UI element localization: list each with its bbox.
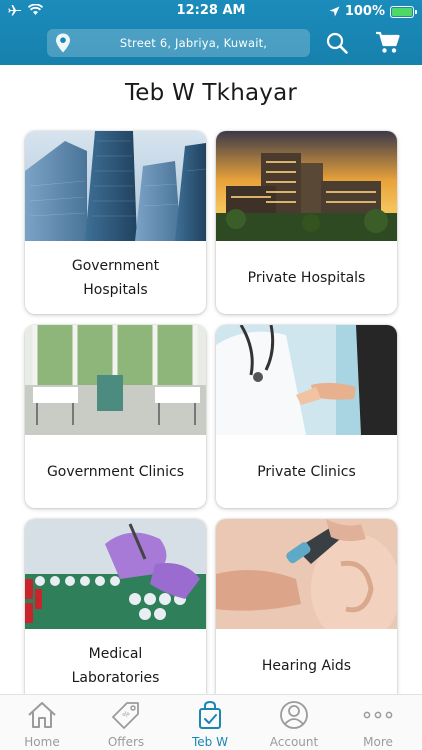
tab-label: More: [363, 735, 393, 749]
private-hospitals-image: [216, 131, 397, 241]
status-right: 100%: [329, 4, 417, 19]
more-icon: [363, 711, 393, 719]
category-label: Government Clinics: [46, 463, 185, 480]
private-clinics-image: [216, 325, 397, 435]
government-hospitals-image: [25, 131, 206, 241]
category-label: Private Hospitals: [247, 269, 366, 286]
app-header: 12:28 AM 100% Street 6, Jabriya, Kuwait,: [0, 0, 422, 65]
government-clinics-image: [25, 325, 206, 435]
location-arrow-icon: [329, 6, 340, 17]
svg-text:%: %: [121, 709, 132, 720]
location-selector[interactable]: Street 6, Jabriya, Kuwait,: [47, 29, 310, 57]
category-label: Government Hospitals: [71, 257, 160, 298]
category-card-medical-laboratories[interactable]: Medical Laboratories: [25, 519, 206, 702]
bottom-tab-bar: Home % Offers Teb W Tkhayar Account M: [0, 694, 422, 750]
status-bar: 12:28 AM 100%: [0, 0, 422, 22]
category-card-private-hospitals[interactable]: Private Hospitals: [216, 131, 397, 314]
tab-more[interactable]: More: [336, 695, 420, 750]
location-pin-icon: [56, 33, 70, 53]
category-label: Medical Laboratories: [71, 645, 160, 686]
tab-teb-w-tkhayar[interactable]: Teb W Tkhayar: [168, 695, 252, 750]
hearing-aids-image: [216, 519, 397, 629]
tab-home[interactable]: Home: [0, 695, 84, 750]
category-card-government-clinics[interactable]: Government Clinics: [25, 325, 206, 508]
tag-icon: %: [112, 702, 139, 729]
tab-label: Teb W Tkhayar: [186, 735, 235, 750]
search-icon[interactable]: [325, 31, 349, 55]
location-text: Street 6, Jabriya, Kuwait,: [119, 36, 268, 50]
tab-label: Home: [24, 735, 60, 749]
cart-icon[interactable]: [375, 31, 401, 55]
category-label: Private Clinics: [257, 463, 356, 480]
tab-account[interactable]: Account: [252, 695, 336, 750]
bag-icon: [199, 700, 221, 729]
account-icon: [280, 701, 308, 729]
tab-label: Offers: [107, 735, 145, 749]
battery-percent: 100%: [344, 4, 385, 19]
category-label: Hearing Aids: [261, 657, 352, 674]
category-card-government-hospitals[interactable]: Government Hospitals: [25, 131, 206, 314]
category-card-hearing-aids[interactable]: Hearing Aids: [216, 519, 397, 702]
tab-offers[interactable]: % Offers: [84, 695, 168, 750]
category-card-private-clinics[interactable]: Private Clinics: [216, 325, 397, 508]
medical-laboratories-image: [25, 519, 206, 629]
home-icon: [28, 702, 56, 728]
battery-icon: [390, 5, 417, 18]
page-title: Teb W Tkhayar: [124, 80, 298, 106]
tab-label: Account: [269, 735, 319, 749]
